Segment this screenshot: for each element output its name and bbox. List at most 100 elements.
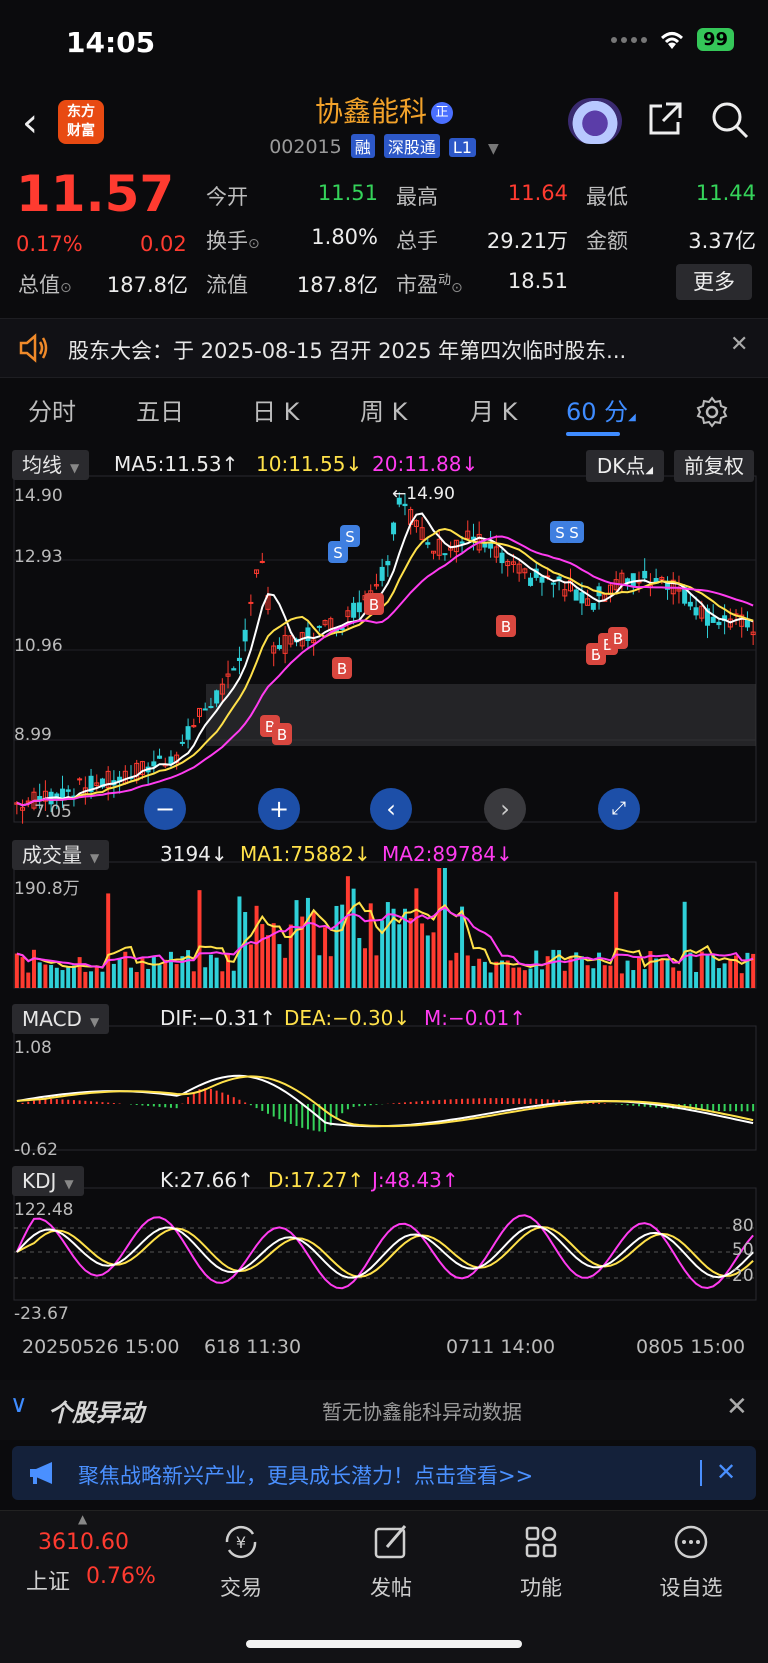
tab-functions-label: 功能 [520,1576,562,1600]
tab-watchlist[interactable]: 设自选 [646,1520,736,1602]
volume-indicator-select[interactable]: 成交量 ▼ [12,840,110,870]
volume-bar [106,893,111,988]
volume-bar [220,971,225,988]
vol-ma2: MA2:89784↓ [382,842,513,866]
fullscreen-button[interactable]: ⤢ [598,788,640,830]
candle-body [482,543,488,548]
volume-bar [482,961,487,988]
candle-body [276,645,282,649]
tab-functions[interactable]: 功能 [496,1520,586,1602]
volume-axis-top: 190.8万 [14,879,80,899]
candle-body [236,657,242,662]
collapse-up-icon[interactable]: ▲ [78,1512,87,1526]
ma10-line [16,527,754,807]
buy-marker-label: B [501,618,511,636]
candle-body [248,601,254,604]
candle-body [442,553,448,556]
tab-post[interactable]: 发帖 [346,1520,436,1602]
volume-bar [357,937,362,988]
volume-bar [134,972,139,988]
yen-cycle-icon: ¥ [225,1525,257,1559]
stock-alert-text: 暂无协鑫能科异动数据 [322,1400,522,1424]
candle-body [539,576,545,583]
tab-trade[interactable]: ¥ 交易 [196,1520,286,1602]
volume-ma2-line [16,906,754,969]
sell-marker-label: S [333,544,343,562]
candle-body [185,726,191,740]
promo-divider [700,1460,702,1486]
volume-bar [448,960,453,988]
index-name[interactable]: 上证 [26,1564,70,1596]
promo-text[interactable]: 聚焦战略新兴产业，更具成长潜力！点击查看>> [78,1460,533,1490]
candle-body [687,601,693,607]
candle-body [214,690,220,704]
ma5-line [16,512,754,807]
volume-bar [174,964,179,988]
volume-bar [243,912,248,988]
megaphone-icon [30,1462,52,1484]
price-axis-top: 14.90 [14,486,63,506]
macd-indicator-select[interactable]: MACD ▼ [12,1004,110,1034]
chevron-down-icon[interactable]: ∨ [10,1390,28,1418]
zoom-out-button[interactable]: − [144,788,186,830]
volume-bar [619,973,624,988]
kdj-indicator-select[interactable]: KDJ ▼ [12,1166,84,1196]
kdj-d: D:17.27↑ [268,1168,365,1192]
candle-body [379,566,385,581]
candle-body [65,789,71,792]
x-axis-label-4: 0805 15:00 [636,1336,746,1358]
volume-bar [608,965,613,988]
price-axis-3: 10.96 [14,636,63,656]
volume-bar [111,963,116,988]
volume-bar [168,951,173,988]
volume-bar [591,968,596,988]
more-dots-icon [674,1525,708,1559]
volume-bar [477,958,482,988]
candle-body [716,621,722,626]
volume-bar [14,953,19,988]
home-indicator [246,1640,522,1648]
candle-body [499,552,505,564]
volume-bar [37,962,42,988]
tab-post-label: 发帖 [370,1576,412,1600]
volume-bar [551,949,556,988]
volume-bar [625,960,630,988]
volume-bar [614,891,619,988]
volume-bar [631,970,636,988]
scroll-right-button[interactable]: › [484,788,526,830]
buy-marker-label: B [337,660,347,678]
volume-bar [163,959,168,988]
volume-bar [722,963,727,988]
scroll-left-button[interactable]: ‹ [370,788,412,830]
volume-bar [26,972,31,988]
candle-body [710,616,716,623]
volume-bar [151,956,156,988]
volume-bar [71,965,76,988]
volume-bar [636,957,641,988]
volume-bar [431,932,436,988]
volume-bar [31,949,36,988]
macd-axis-bottom: -0.62 [14,1140,58,1160]
macd-axis-top: 1.08 [14,1038,52,1058]
candle-body [316,625,322,628]
index-percent[interactable]: 0.76% [86,1564,156,1589]
candle-body [356,602,362,613]
kdj-axis-bottom: -23.67 [14,1304,69,1324]
volume-bar [659,959,664,988]
promo-close-icon[interactable]: ✕ [716,1458,736,1486]
index-value[interactable]: 3610.60 [38,1530,129,1555]
volume-bar [465,955,470,988]
buy-marker-label: B [613,630,623,648]
panel-frame [13,1187,757,1301]
volume-bar [323,927,328,988]
zoom-in-button[interactable]: + [258,788,300,830]
kdj-level-80: 80 [732,1216,754,1236]
volume-bar [340,904,345,988]
panel-frame [13,1025,757,1151]
volume-bar [728,959,733,988]
candle-body [573,589,579,601]
price-axis-4: 8.99 [14,725,52,745]
volume-bar [454,952,459,988]
volume-bar [66,966,71,988]
stock-alert-close-icon[interactable]: ✕ [726,1392,748,1422]
